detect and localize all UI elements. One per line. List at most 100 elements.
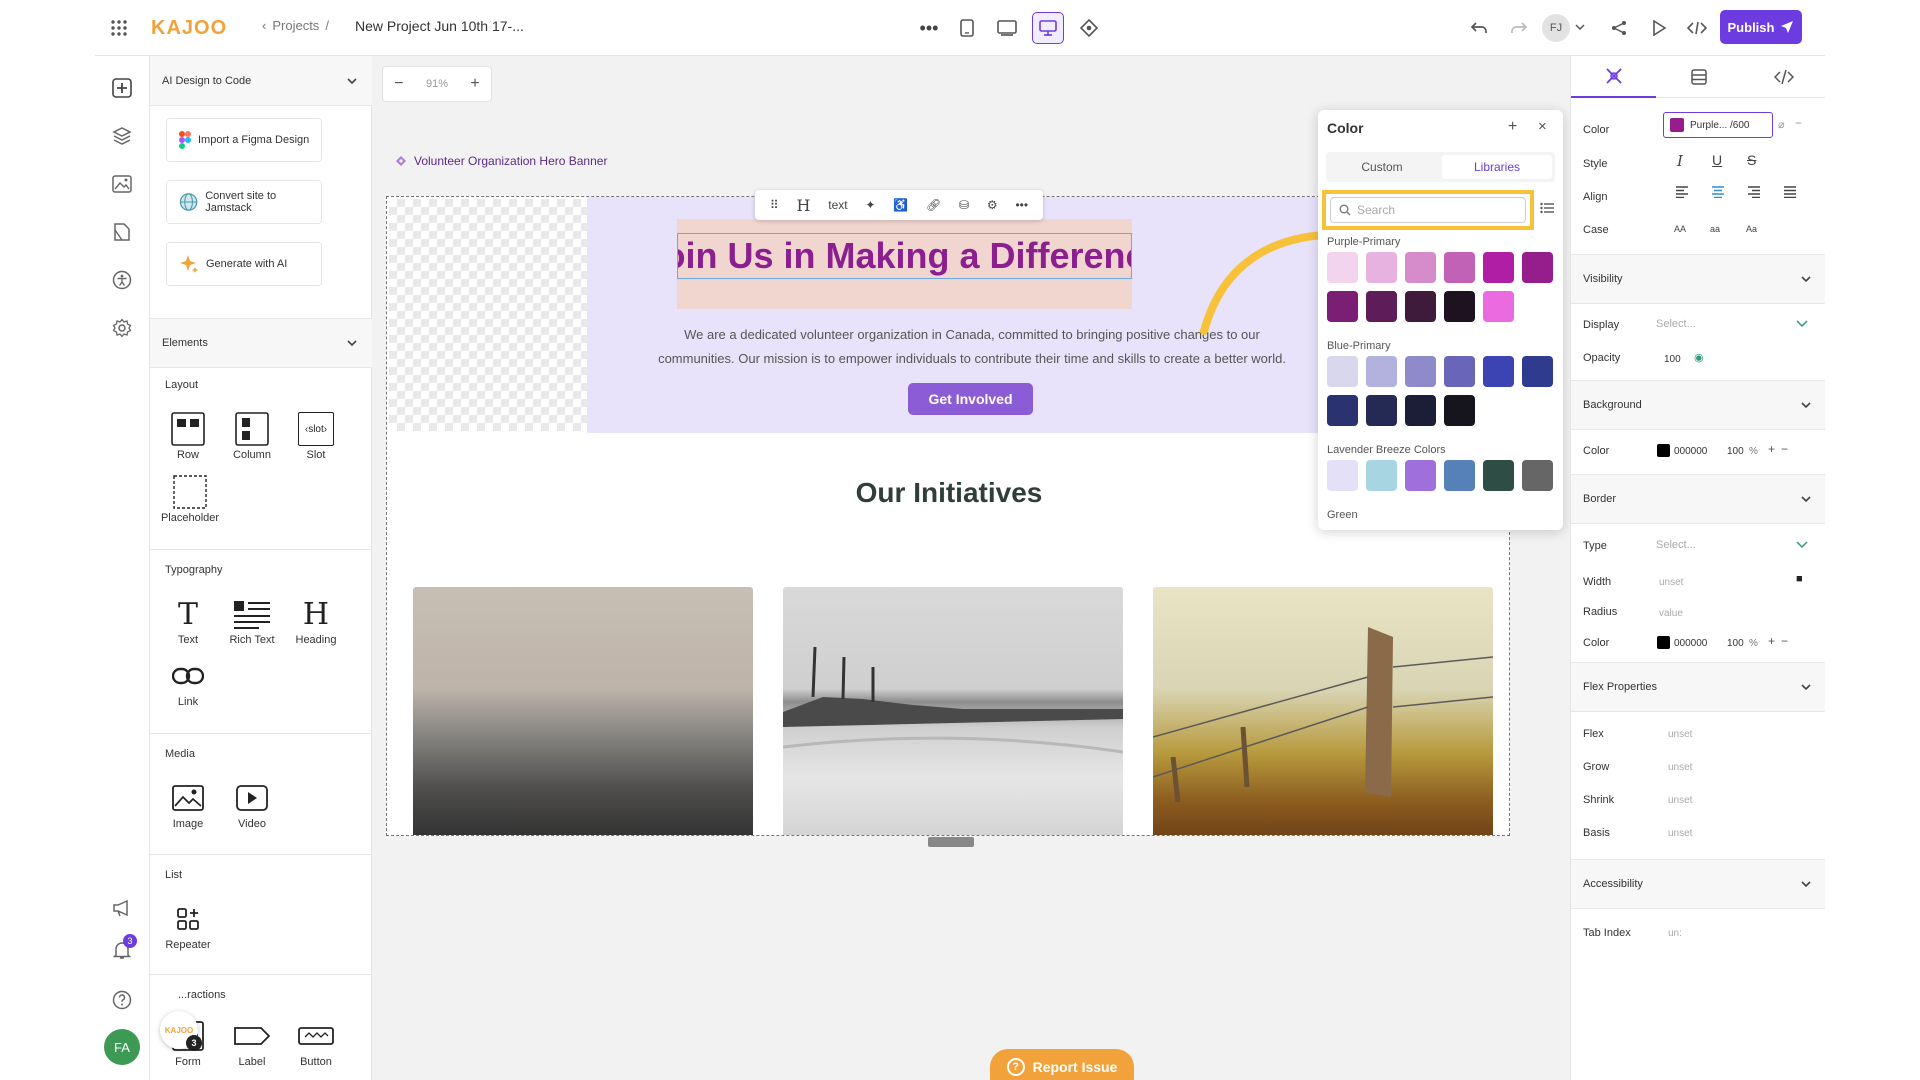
element-button[interactable]: Button [288, 1016, 344, 1068]
list-view-icon[interactable] [1540, 202, 1556, 218]
color-swatch[interactable] [1366, 356, 1397, 387]
background-section-header[interactable]: Background [1571, 380, 1825, 430]
strikethrough-icon[interactable]: S [1747, 152, 1756, 168]
color-swatch[interactable] [1366, 460, 1397, 491]
add-background-icon[interactable]: + [1768, 442, 1775, 456]
color-swatch[interactable] [1444, 291, 1475, 322]
resize-handle[interactable] [928, 837, 974, 847]
text-color-input[interactable]: Purple... /600 [1663, 112, 1773, 138]
color-swatch[interactable] [1327, 291, 1358, 322]
align-center-icon[interactable] [1711, 186, 1725, 198]
border-color-swatch[interactable] [1657, 636, 1670, 649]
color-swatch[interactable] [1444, 356, 1475, 387]
user-avatar[interactable]: FJ [1542, 14, 1570, 42]
tab-code[interactable] [1741, 56, 1825, 98]
element-column[interactable]: Column [224, 409, 280, 461]
selected-component-breadcrumb[interactable]: Volunteer Organization Hero Banner [396, 154, 607, 168]
remove-color-icon[interactable]: − [1795, 116, 1802, 130]
tab-index-input[interactable]: un: [1668, 928, 1682, 939]
accessibility-icon[interactable] [108, 266, 136, 294]
color-swatch[interactable] [1444, 395, 1475, 426]
chevron-down-icon[interactable] [1796, 541, 1808, 549]
color-swatch[interactable] [1366, 291, 1397, 322]
border-radius-input[interactable]: value [1659, 608, 1683, 619]
align-right-icon[interactable] [1747, 186, 1761, 198]
element-video[interactable]: Video [224, 778, 280, 830]
tab-custom[interactable]: Custom [1326, 152, 1438, 182]
zoom-out-button[interactable]: − [394, 75, 403, 93]
ai-sparkle-icon[interactable]: ✦ [865, 198, 875, 212]
element-placeholder[interactable]: Placeholder [160, 472, 220, 524]
lowercase-option[interactable]: aa [1710, 224, 1720, 234]
element-heading[interactable]: H Heading [288, 594, 344, 647]
background-color-swatch[interactable] [1657, 444, 1670, 457]
element-rich-text[interactable]: Rich Text [224, 594, 280, 646]
border-section-header[interactable]: Border [1571, 474, 1825, 524]
close-icon[interactable]: × [1538, 118, 1547, 135]
border-width-input[interactable]: unset [1659, 577, 1683, 588]
accessibility-section-header[interactable]: Accessibility [1571, 859, 1825, 909]
generate-ai-card[interactable]: Generate with AI [166, 242, 322, 286]
pages-icon[interactable] [108, 218, 136, 246]
hero-heading[interactable]: Join Us in Making a Difference [677, 233, 1132, 279]
element-link[interactable]: Link [160, 656, 216, 708]
convert-jamstack-card[interactable]: Convert site to Jamstack [166, 180, 322, 224]
elements-section-header[interactable]: Elements [150, 318, 372, 368]
image-gallery-icon[interactable] [108, 170, 136, 198]
link-icon[interactable]: 🔗︎ [926, 198, 941, 212]
eye-visible-icon[interactable]: ◉ [1694, 351, 1704, 364]
eyedropper-icon[interactable]: ⌀ [1778, 118, 1785, 131]
color-swatch[interactable] [1327, 395, 1358, 426]
preview-play-icon[interactable] [1645, 14, 1673, 42]
share-icon[interactable] [1605, 14, 1633, 42]
color-swatch[interactable] [1366, 252, 1397, 283]
add-element-icon[interactable] [108, 74, 136, 102]
more-icon[interactable]: ••• [1015, 198, 1028, 212]
report-issue-button[interactable]: ? Report Issue [990, 1049, 1134, 1080]
element-image[interactable]: Image [160, 778, 216, 830]
color-swatch[interactable] [1483, 356, 1514, 387]
color-swatch[interactable] [1522, 356, 1553, 387]
chat-assistant-button[interactable]: KAJOO 3 [160, 1011, 202, 1051]
display-select[interactable]: Select... [1656, 318, 1696, 330]
toolbar-text-label[interactable]: text [828, 198, 847, 212]
more-options-icon[interactable]: ••• [915, 14, 943, 42]
element-label[interactable]: Label [224, 1016, 280, 1068]
chevron-down-icon[interactable] [1573, 20, 1587, 34]
zoom-in-button[interactable]: + [470, 75, 479, 93]
opacity-input[interactable]: 100 [1664, 354, 1681, 365]
italic-icon[interactable]: I [1677, 152, 1683, 170]
add-border-icon[interactable]: + [1768, 634, 1775, 648]
desktop-view-icon[interactable] [1032, 12, 1064, 44]
target-icon[interactable] [1075, 14, 1103, 42]
initiative-image-fence[interactable] [1153, 587, 1493, 835]
color-swatch[interactable] [1405, 460, 1436, 491]
align-justify-icon[interactable] [1783, 186, 1797, 198]
settings-icon[interactable]: ⚙ [987, 198, 998, 212]
remove-border-icon[interactable]: − [1781, 634, 1788, 648]
visibility-section-header[interactable]: Visibility [1571, 254, 1825, 304]
flex-row-input[interactable]: unset [1668, 828, 1692, 839]
border-opacity[interactable]: 100 [1727, 638, 1744, 649]
background-color-hex[interactable]: 000000 [1674, 446, 1707, 457]
tab-libraries[interactable]: Libraries [1442, 155, 1552, 179]
uppercase-option[interactable]: AA [1674, 224, 1686, 234]
capitalize-option[interactable]: Aa [1746, 224, 1757, 234]
help-icon[interactable] [108, 986, 136, 1014]
notifications-bell-icon[interactable]: 3 [108, 934, 137, 964]
settings-gear-icon[interactable] [108, 314, 136, 342]
color-swatch[interactable] [1483, 252, 1514, 283]
color-swatch[interactable] [1327, 460, 1358, 491]
color-swatch[interactable] [1405, 252, 1436, 283]
color-swatch[interactable] [1444, 252, 1475, 283]
remove-background-icon[interactable]: − [1781, 442, 1788, 456]
flex-section-header[interactable]: Flex Properties [1571, 662, 1825, 712]
color-swatch[interactable] [1405, 356, 1436, 387]
add-color-icon[interactable]: + [1508, 118, 1517, 136]
element-slot[interactable]: ‹slot› Slot [288, 409, 344, 461]
color-swatch[interactable] [1522, 460, 1553, 491]
library-search-input[interactable]: Search [1330, 197, 1526, 223]
background-opacity[interactable]: 100 [1727, 446, 1744, 457]
lock-icon[interactable]: ■ [1796, 573, 1803, 585]
color-swatch[interactable] [1405, 395, 1436, 426]
